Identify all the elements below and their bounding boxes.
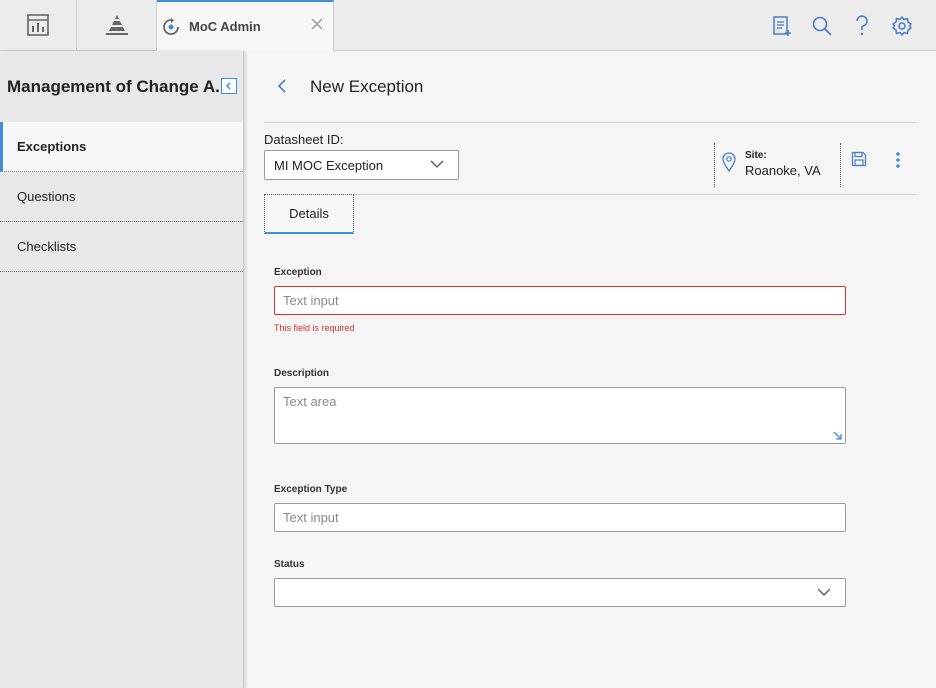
description-placeholder: Text area — [283, 394, 337, 409]
divider — [714, 143, 715, 187]
status-label: Status — [274, 559, 305, 570]
datasheet-label: Datasheet ID: — [264, 132, 344, 147]
search-icon — [812, 16, 832, 36]
chevron-down-icon — [430, 159, 444, 169]
moc-refresh-icon — [162, 17, 180, 36]
location-pin-icon — [722, 152, 736, 172]
exception-label: Exception — [274, 267, 322, 278]
exception-placeholder: Text input — [283, 293, 339, 308]
collapse-sidebar-button[interactable] — [221, 78, 237, 94]
divider — [840, 143, 841, 187]
description-textarea[interactable]: Text area — [274, 387, 846, 444]
sidebar-item-label: Checklists — [17, 239, 77, 254]
chevron-left-icon — [225, 82, 231, 90]
chevron-down-icon — [817, 587, 831, 597]
settings-icon — [892, 16, 912, 36]
sidebar-title: Management of Change A... — [7, 77, 230, 96]
top-bar: MoC Admin — [0, 0, 936, 51]
new-document-icon — [773, 16, 791, 36]
sidebar-item-label: Questions — [17, 189, 76, 204]
tab-label: Details — [289, 206, 329, 221]
sidebar-item-label: Exceptions — [17, 139, 87, 154]
datasheet-value: MI MOC Exception — [274, 157, 384, 173]
exception-type-label: Exception Type — [274, 484, 348, 495]
resize-handle-icon[interactable] — [833, 431, 843, 441]
search-button[interactable] — [810, 14, 834, 38]
settings-button[interactable] — [890, 14, 914, 38]
back-arrow-icon[interactable] — [277, 78, 287, 94]
description-label: Description — [274, 368, 330, 379]
help-icon — [856, 15, 868, 36]
pyramid-button[interactable] — [77, 0, 157, 50]
divider — [264, 122, 916, 123]
tab-details[interactable]: Details — [264, 194, 354, 234]
status-select[interactable] — [274, 578, 846, 607]
tab-moc-admin[interactable]: MoC Admin — [157, 0, 334, 51]
save-icon[interactable] — [851, 151, 867, 167]
exception-error: This field is required — [274, 323, 355, 333]
new-document-button[interactable] — [770, 14, 794, 38]
dashboard-icon — [27, 14, 49, 36]
help-button[interactable] — [850, 14, 874, 38]
datasheet-select[interactable]: MI MOC Exception — [264, 150, 459, 180]
site-label: Site: — [745, 150, 767, 161]
dashboard-button[interactable] — [0, 0, 77, 50]
pyramid-icon — [105, 15, 128, 35]
exception-type-input[interactable]: Text input — [274, 503, 846, 532]
site-value: Roanoke, VA — [745, 163, 821, 178]
sidebar: Management of Change A... Exceptions Que… — [0, 51, 244, 688]
sidebar-item-checklists[interactable]: Checklists — [0, 222, 243, 272]
exception-input[interactable]: Text input — [274, 286, 846, 315]
tab-label: MoC Admin — [189, 19, 261, 34]
page-title: New Exception — [310, 77, 424, 96]
divider — [264, 194, 916, 195]
main-panel: New Exception Datasheet ID: MI MOC Excep… — [244, 51, 936, 688]
close-tab-icon[interactable] — [311, 18, 323, 30]
more-options-icon[interactable] — [895, 152, 901, 168]
exception-type-placeholder: Text input — [283, 510, 339, 525]
sidebar-item-questions[interactable]: Questions — [0, 172, 243, 222]
sidebar-item-exceptions[interactable]: Exceptions — [0, 122, 243, 172]
